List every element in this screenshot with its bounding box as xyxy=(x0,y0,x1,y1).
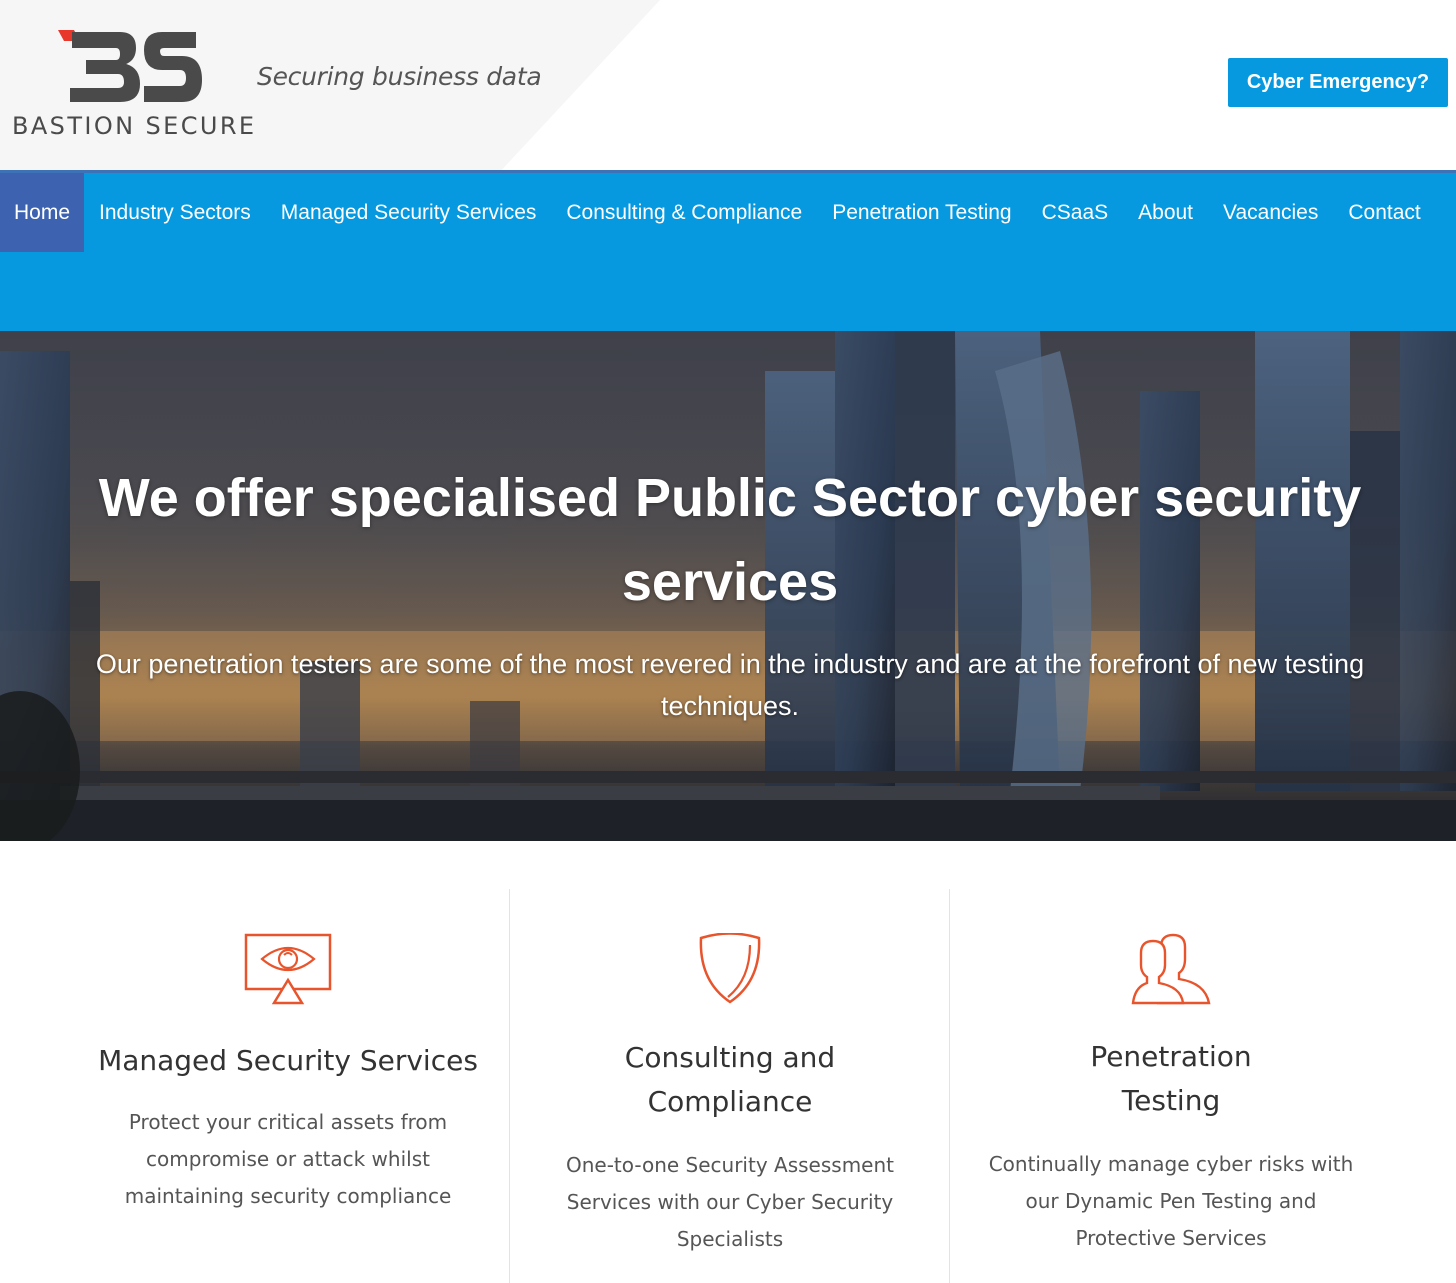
bastion-secure-logo[interactable]: BASTION SECURE xyxy=(10,24,260,144)
cyber-emergency-button[interactable]: Cyber Emergency? xyxy=(1228,58,1448,107)
nav-list: Home Industry Sectors Managed Security S… xyxy=(0,173,1456,252)
hero-title-line-2: services xyxy=(621,552,839,612)
nav-item-penetration-testing[interactable]: Penetration Testing xyxy=(817,173,1026,252)
hero-subtitle-line-2: techniques. xyxy=(660,691,800,721)
hero-title-line-1: We offer specialised Public Sector cyber… xyxy=(98,468,1362,528)
bs-logo-mark-icon xyxy=(58,30,202,102)
hero-banner: We offer specialised Public Sector cyber… xyxy=(0,331,1456,841)
service-title-line: Compliance xyxy=(647,1085,813,1118)
service-card-consulting-compliance[interactable]: Consulting and Compliance One-to-one Sec… xyxy=(530,841,930,1283)
nav-item-about[interactable]: About xyxy=(1123,173,1208,252)
hero-subtitle-line-1: Our penetration testers are some of the … xyxy=(95,649,1365,679)
nav-item-home[interactable]: Home xyxy=(0,173,85,252)
service-description: One-to-one Security Assessment Services … xyxy=(530,1147,930,1258)
nav-item-managed-security-services[interactable]: Managed Security Services xyxy=(266,173,552,252)
service-title-line: Managed Security Services xyxy=(98,1044,478,1077)
service-description-line: Services with our Cyber Security xyxy=(566,1190,894,1214)
service-description: Protect your critical assets from compro… xyxy=(88,1104,488,1215)
services-section: Managed Security Services Protect your c… xyxy=(0,841,1456,1283)
column-divider xyxy=(509,889,510,1283)
service-description-line: One-to-one Security Assessment xyxy=(565,1153,894,1177)
nav-item-contact[interactable]: Contact xyxy=(1333,173,1435,252)
logo-wordmark: BASTION SECURE xyxy=(12,112,257,140)
site-tagline: Securing business data xyxy=(257,62,542,91)
service-title-line: Consulting and xyxy=(624,1041,836,1074)
service-title-line: Penetration xyxy=(1090,1040,1252,1073)
service-description-line: maintaining security compliance xyxy=(124,1184,452,1208)
service-description-line: our Dynamic Pen Testing and xyxy=(1025,1189,1317,1213)
service-description-line: Protective Services xyxy=(1075,1226,1267,1250)
nav-item-industry-sectors[interactable]: Industry Sectors xyxy=(84,173,266,252)
main-navigation: Home Industry Sectors Managed Security S… xyxy=(0,170,1456,331)
column-divider xyxy=(949,889,950,1283)
service-description-line: Specialists xyxy=(676,1227,784,1251)
hero-subtitle: Our penetration testers are some of the … xyxy=(60,643,1400,727)
service-description-line: Continually manage cyber risks with xyxy=(988,1152,1354,1176)
service-description-line: Protect your critical assets from xyxy=(128,1110,448,1134)
service-card-managed-security[interactable]: Managed Security Services Protect your c… xyxy=(88,841,488,1283)
service-description: Continually manage cyber risks with our … xyxy=(971,1146,1371,1257)
service-title: Managed Security Services xyxy=(88,1039,488,1083)
users-icon xyxy=(1131,933,1211,1005)
shield-icon xyxy=(699,933,761,1004)
nav-item-vacancies[interactable]: Vacancies xyxy=(1208,173,1333,252)
service-card-penetration-testing[interactable]: Penetration Testing Continually manage c… xyxy=(971,841,1371,1283)
service-title: Penetration Testing xyxy=(971,1035,1371,1123)
monitor-eye-icon xyxy=(244,933,332,1005)
service-title-line: Testing xyxy=(1121,1084,1221,1117)
hero-title: We offer specialised Public Sector cyber… xyxy=(60,456,1400,624)
service-title: Consulting and Compliance xyxy=(530,1036,930,1124)
nav-item-consulting-compliance[interactable]: Consulting & Compliance xyxy=(551,173,817,252)
nav-item-csaas[interactable]: CSaaS xyxy=(1027,173,1124,252)
service-description-line: compromise or attack whilst xyxy=(146,1147,430,1171)
site-header: BASTION SECURE Securing business data Cy… xyxy=(0,0,1456,170)
